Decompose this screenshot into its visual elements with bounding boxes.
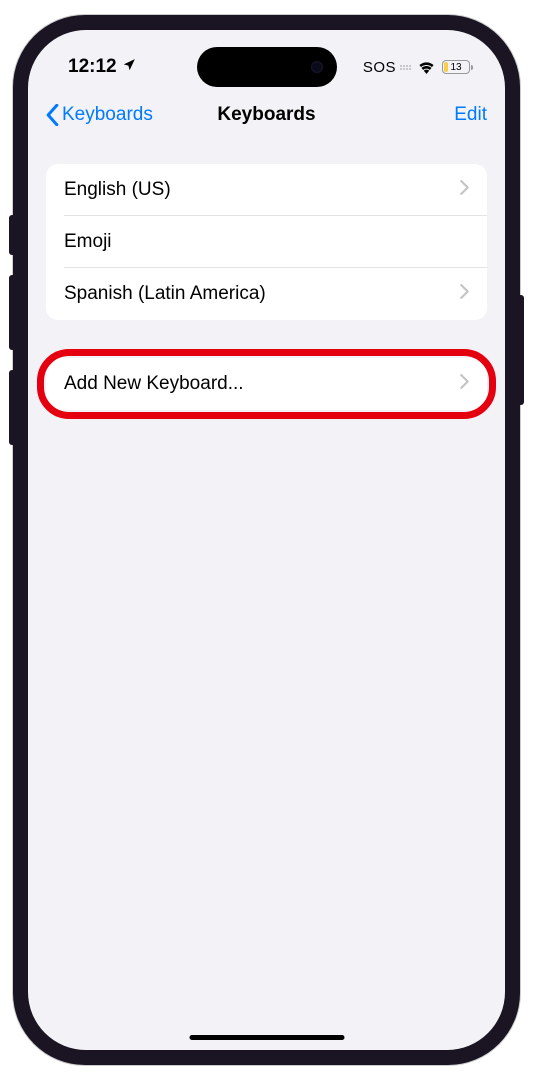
chevron-right-icon xyxy=(460,374,469,394)
chevron-right-icon xyxy=(460,284,469,304)
home-indicator[interactable] xyxy=(189,1035,344,1040)
keyboard-label: Spanish (Latin America) xyxy=(64,283,266,305)
content-area: English (US) Emoji Spanish (Latin Americ… xyxy=(28,140,505,410)
screen: 12:12 SOS 1 xyxy=(28,30,505,1050)
sos-indicator: SOS xyxy=(363,59,396,76)
back-button[interactable]: Keyboards xyxy=(46,104,153,126)
page-title: Keyboards xyxy=(217,104,315,126)
keyboard-row-emoji[interactable]: Emoji xyxy=(46,216,487,268)
wifi-icon xyxy=(417,60,436,74)
keyboard-label: English (US) xyxy=(64,179,171,201)
add-keyboard-group: Add New Keyboard... xyxy=(46,358,487,410)
dots-icon xyxy=(400,65,411,70)
dynamic-island xyxy=(197,47,337,87)
nav-bar: Keyboards Keyboards Edit xyxy=(28,90,505,140)
status-time: 12:12 xyxy=(68,56,117,78)
keyboard-row-spanish[interactable]: Spanish (Latin America) xyxy=(46,268,487,320)
battery-percent: 13 xyxy=(450,62,461,73)
location-icon xyxy=(122,56,136,78)
back-label: Keyboards xyxy=(62,104,153,126)
add-keyboard-label: Add New Keyboard... xyxy=(64,373,244,395)
phone-frame: 12:12 SOS 1 xyxy=(13,15,520,1065)
chevron-right-icon xyxy=(460,180,469,200)
keyboard-row-english[interactable]: English (US) xyxy=(46,164,487,216)
battery-indicator: 13 xyxy=(442,60,473,74)
keyboard-label: Emoji xyxy=(64,231,112,253)
add-new-keyboard-button[interactable]: Add New Keyboard... xyxy=(46,358,487,410)
edit-button[interactable]: Edit xyxy=(454,104,487,126)
keyboards-list: English (US) Emoji Spanish (Latin Americ… xyxy=(46,164,487,320)
